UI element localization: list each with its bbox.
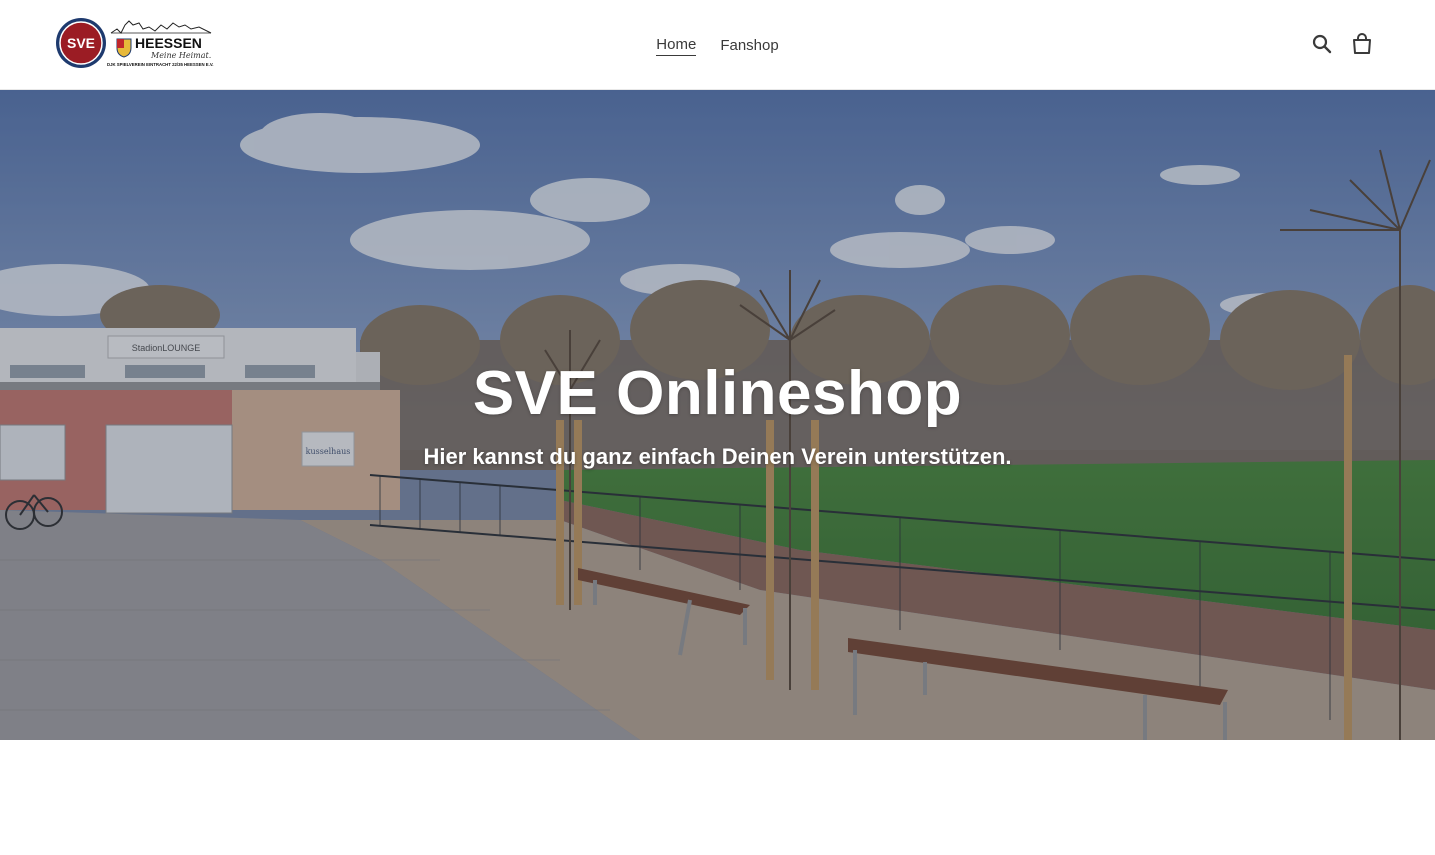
search-button[interactable] bbox=[1311, 32, 1333, 56]
logo-graphic: SVE HEESSEN Meine Heimat. DJK SPIELVEREI… bbox=[56, 18, 214, 68]
logo-tagline: Meine Heimat. bbox=[150, 51, 211, 60]
hero-banner: StadionLOUNGE kusselhaus SVE Onlineshop … bbox=[0, 90, 1435, 740]
logo-club-name: DJK SPIELVEREIN EINTRACHT 22/35 HEESSEN … bbox=[107, 62, 214, 67]
cart-button[interactable] bbox=[1351, 32, 1373, 56]
hero-subtitle: Hier kannst du ganz einfach Deinen Verei… bbox=[423, 444, 1012, 469]
logo-badge-text: SVE bbox=[67, 35, 95, 51]
site-header: SVE HEESSEN Meine Heimat. DJK SPIELVEREI… bbox=[0, 0, 1435, 90]
hero-title: SVE Onlineshop bbox=[472, 359, 963, 428]
nav-fanshop[interactable]: Fanshop bbox=[720, 35, 778, 56]
main-nav: Home Fanshop bbox=[0, 0, 1435, 90]
hero-text-block: SVE Onlineshop Hier kannst du ganz einfa… bbox=[0, 354, 1435, 472]
cart-icon bbox=[1353, 33, 1371, 54]
nav-home[interactable]: Home bbox=[656, 34, 697, 56]
logo-brand-text: HEESSEN bbox=[135, 35, 202, 51]
header-icons bbox=[1311, 32, 1373, 56]
search-icon bbox=[1312, 34, 1332, 54]
site-logo[interactable]: SVE HEESSEN Meine Heimat. DJK SPIELVEREI… bbox=[55, 15, 215, 71]
